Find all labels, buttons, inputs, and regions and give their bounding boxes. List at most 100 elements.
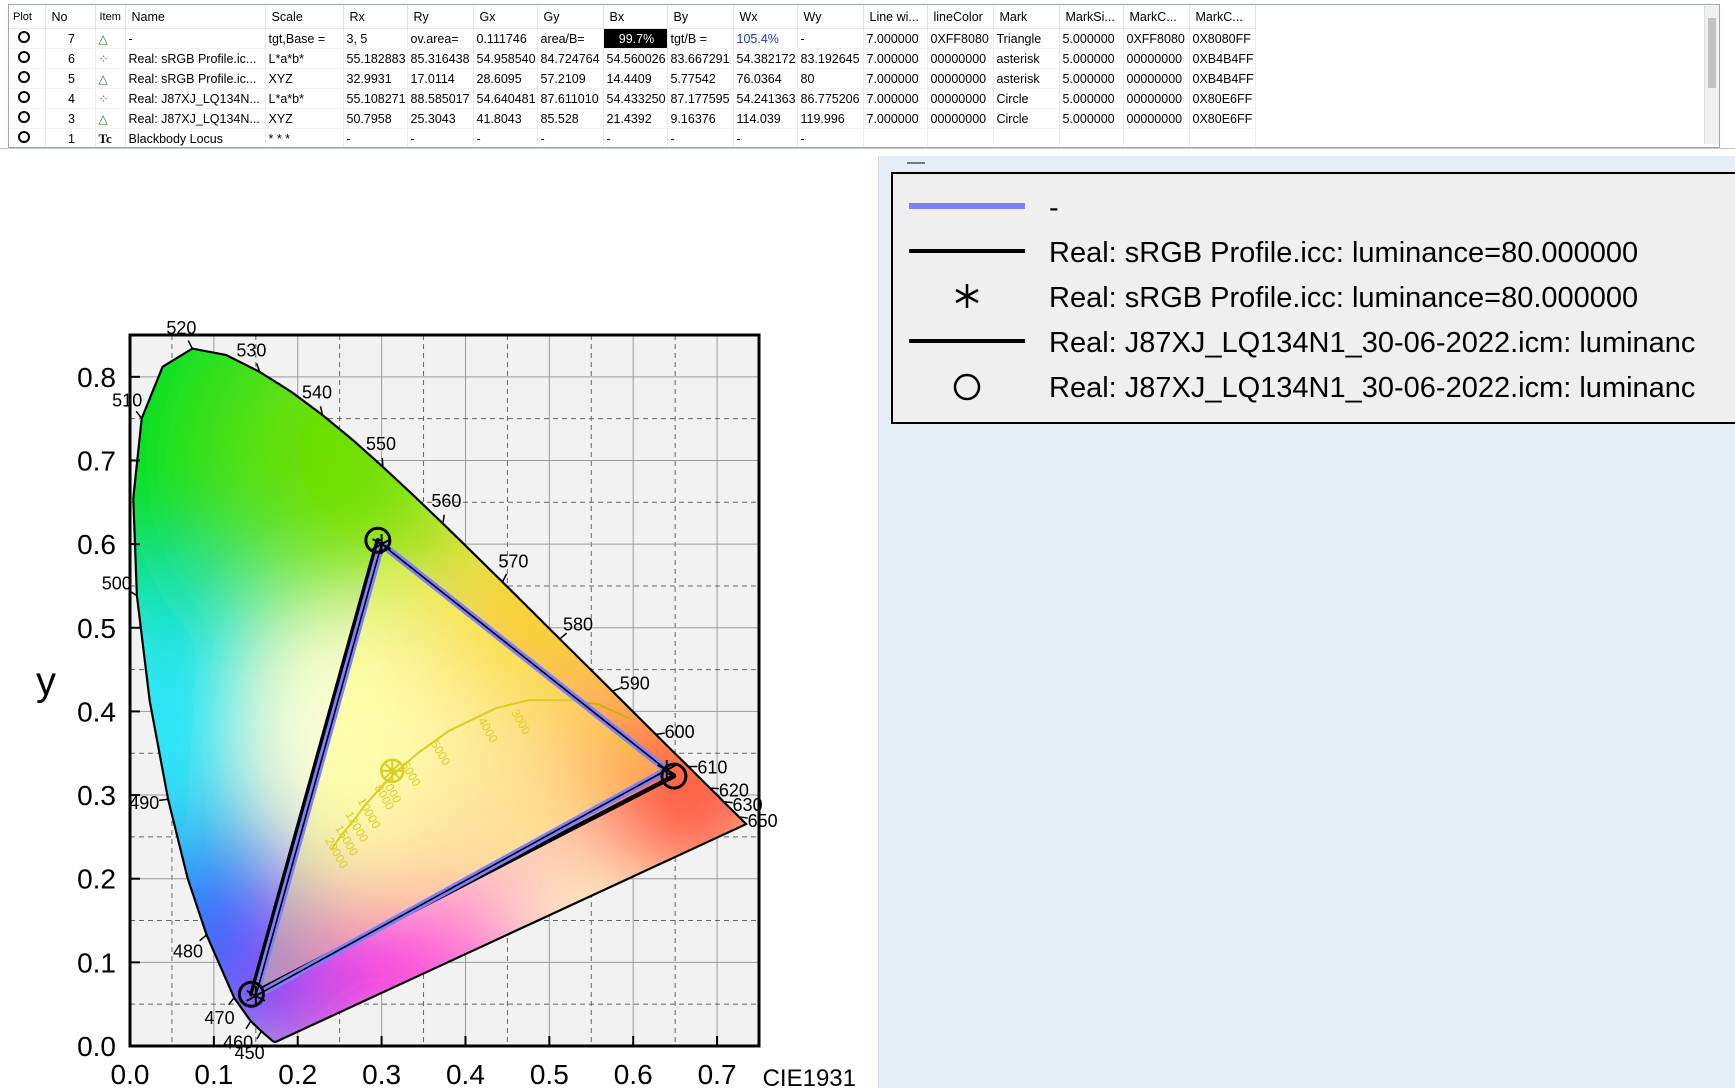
cell-mark[interactable] — [993, 128, 1060, 147]
cell-by[interactable]: 83.667291 — [667, 48, 734, 69]
cell-mark[interactable]: Triangle — [993, 28, 1060, 49]
column-header-mark[interactable]: Mark — [993, 5, 1060, 29]
item-icon-cell[interactable]: Tc — [95, 128, 126, 147]
cell-bx[interactable]: - — [603, 128, 668, 147]
cell-ry[interactable]: 17.0114 — [407, 68, 474, 89]
cell-wx[interactable]: 54.241363 — [733, 88, 798, 109]
cell-wy[interactable]: - — [797, 28, 864, 49]
table-row[interactable]: 3 △ Real: J87XJ_LQ134N... XYZ 50.7958 25.3043… — [9, 108, 1256, 129]
cell-line-color[interactable]: 00000000 — [927, 68, 994, 89]
cell-wx[interactable]: 114.039 — [733, 108, 798, 129]
cell-line-width[interactable]: 7.000000 — [863, 108, 928, 129]
legend-entry[interactable]: Real: sRGB Profile.icc: luminance=80.000… — [893, 278, 1735, 322]
cell-gy[interactable]: - — [537, 128, 604, 147]
cell-line-color[interactable]: 00000000 — [927, 108, 994, 129]
cell-rx[interactable]: 55.182883 — [343, 48, 408, 69]
cell-gy[interactable]: 87.611010 — [537, 88, 604, 109]
cell-gx[interactable]: 54.958540 — [473, 48, 538, 69]
column-header-linecolor[interactable]: lineColor — [927, 5, 994, 29]
cell-wy[interactable]: - — [797, 128, 864, 147]
plot-visible-icon[interactable] — [18, 111, 30, 123]
cell-wy[interactable]: 86.775206 — [797, 88, 864, 109]
cell-mark-size[interactable]: 5.000000 — [1059, 28, 1124, 49]
cell-wx[interactable]: - — [733, 128, 798, 147]
cell-line-color[interactable] — [927, 128, 994, 147]
column-header-no[interactable]: No — [45, 5, 96, 29]
cell-line-color[interactable]: 0XFF8080 — [927, 28, 994, 49]
plot-toggle[interactable] — [9, 48, 46, 69]
column-header-gx[interactable]: Gx — [473, 5, 538, 29]
item-icon-cell[interactable]: △ — [95, 68, 126, 89]
cell-mark-size[interactable]: 5.000000 — [1059, 88, 1124, 109]
cell-line-color[interactable]: 00000000 — [927, 48, 994, 69]
legend-entry[interactable]: - — [893, 188, 1735, 232]
cell-mark-c2[interactable]: 0X8080FF — [1189, 28, 1256, 49]
column-header-markc[interactable]: MarkC... — [1123, 5, 1190, 29]
cell-bx[interactable]: 54.560026 — [603, 48, 668, 69]
cell-bx[interactable]: 21.4392 — [603, 108, 668, 129]
plot-visible-icon[interactable] — [18, 131, 30, 143]
cell-by[interactable]: 5.77542 — [667, 68, 734, 89]
cell-rx[interactable]: - — [343, 128, 408, 147]
cell-line-width[interactable] — [863, 128, 928, 147]
cell-line-width[interactable]: 7.000000 — [863, 68, 928, 89]
cell-name[interactable]: - — [125, 28, 266, 49]
cell-no[interactable]: 4 — [45, 88, 96, 109]
cell-mark-size[interactable]: 5.000000 — [1059, 48, 1124, 69]
cell-mark-c1[interactable]: 00000000 — [1123, 48, 1190, 69]
cell-gy[interactable]: 57.2109 — [537, 68, 604, 89]
cell-bx[interactable]: 14.4409 — [603, 68, 668, 89]
cell-gx[interactable]: 28.6095 — [473, 68, 538, 89]
column-header-by[interactable]: By — [667, 5, 734, 29]
cell-scale[interactable]: L*a*b* — [265, 88, 344, 109]
cell-mark-c2[interactable]: 0X80E6FF — [1189, 88, 1256, 109]
cell-line-width[interactable]: 7.000000 — [863, 48, 928, 69]
legend-entry[interactable]: Real: J87XJ_LQ134N1_30-06-2022.icm: lumi… — [893, 323, 1735, 367]
column-header-scale[interactable]: Scale — [265, 5, 344, 29]
cell-gy[interactable]: 84.724764 — [537, 48, 604, 69]
column-header-plot[interactable]: Plot — [9, 5, 46, 29]
cell-scale[interactable]: XYZ — [265, 108, 344, 129]
cell-mark-c2[interactable]: 0XB4B4FF — [1189, 48, 1256, 69]
cell-scale[interactable]: L*a*b* — [265, 48, 344, 69]
cell-by[interactable]: - — [667, 128, 734, 147]
cell-by[interactable]: 87.177595 — [667, 88, 734, 109]
cell-mark[interactable]: Circle — [993, 108, 1060, 129]
cell-mark-size[interactable] — [1059, 128, 1124, 147]
cell-name[interactable]: Real: J87XJ_LQ134N... — [125, 88, 266, 109]
cell-name[interactable]: Real: J87XJ_LQ134N... — [125, 108, 266, 129]
cell-ry[interactable]: - — [407, 128, 474, 147]
table-row[interactable]: 6 ⁘ Real: sRGB Profile.ic... L*a*b* 55.18288… — [9, 48, 1256, 69]
table-row[interactable]: 1 Tc Blackbody Locus * * * - - - - - - - - — [9, 128, 1256, 147]
table-scrollbar[interactable] — [1704, 6, 1719, 144]
cell-wx[interactable]: 105.4% — [733, 28, 798, 49]
cell-no[interactable]: 3 — [45, 108, 96, 129]
cell-mark-size[interactable]: 5.000000 — [1059, 68, 1124, 89]
cell-mark-c1[interactable]: 00000000 — [1123, 108, 1190, 129]
cell-gx[interactable]: 54.640481 — [473, 88, 538, 109]
cell-mark-c2[interactable]: 0X80E6FF — [1189, 108, 1256, 129]
cell-rx[interactable]: 3, 5 — [343, 28, 408, 49]
cell-rx[interactable]: 32.9931 — [343, 68, 408, 89]
cell-rx[interactable]: 50.7958 — [343, 108, 408, 129]
plot-toggle[interactable] — [9, 28, 46, 49]
cell-name[interactable]: Real: sRGB Profile.ic... — [125, 48, 266, 69]
cell-mark-c1[interactable]: 00000000 — [1123, 68, 1190, 89]
cell-wy[interactable]: 80 — [797, 68, 864, 89]
table-scrollbar-thumb[interactable] — [1708, 18, 1716, 88]
cell-by[interactable]: 9.16376 — [667, 108, 734, 129]
cell-gy[interactable]: area/B= — [537, 28, 604, 49]
plot-toggle[interactable] — [9, 128, 46, 147]
plot-visible-icon[interactable] — [18, 51, 30, 63]
cell-ry[interactable]: 25.3043 — [407, 108, 474, 129]
cell-bx[interactable]: 99.7% — [603, 28, 668, 49]
legend-entry[interactable]: Real: sRGB Profile.icc: luminance=80.000… — [893, 233, 1735, 277]
column-header-bx[interactable]: Bx — [603, 5, 668, 29]
table-row[interactable]: 7 △ - tgt,Base = 3, 5 ov.area= 0.111746 area/B=… — [9, 28, 1256, 49]
cell-mark[interactable]: Circle — [993, 88, 1060, 109]
cell-wx[interactable]: 54.382172 — [733, 48, 798, 69]
cell-no[interactable]: 1 — [45, 128, 96, 147]
cell-bx[interactable]: 54.433250 — [603, 88, 668, 109]
cell-name[interactable]: Real: sRGB Profile.ic... — [125, 68, 266, 89]
cell-line-width[interactable]: 7.000000 — [863, 28, 928, 49]
